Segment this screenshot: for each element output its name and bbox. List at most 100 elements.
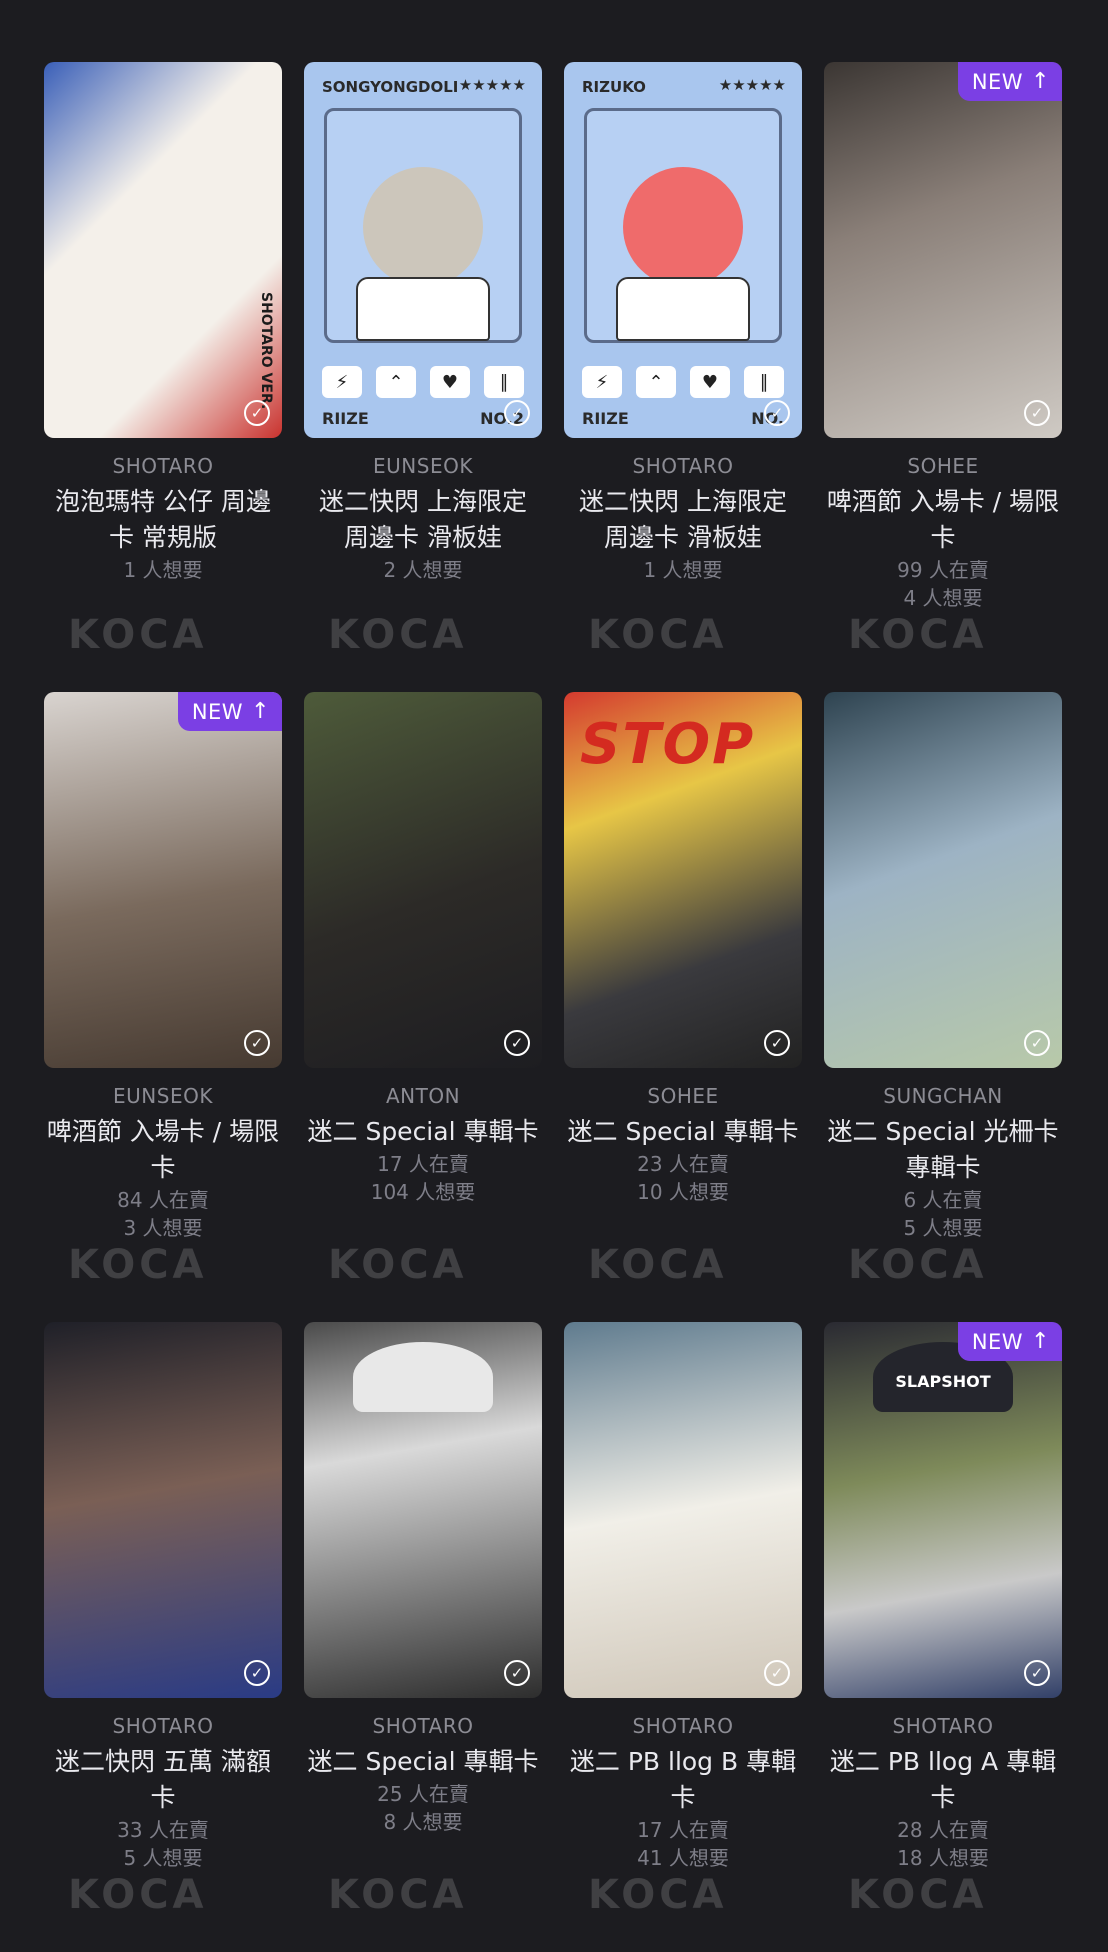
photocard-item[interactable]: NEW ↑ ✓ EUNSEOK 啤酒節 入場卡 / 場限卡 84 人在賣 3 人想要 KOCA — [44, 692, 282, 1322]
check-circle-icon[interactable]: ✓ — [764, 1030, 790, 1056]
photocard-image[interactable]: ✓ — [304, 692, 542, 1068]
selling-count: 84 人在賣 — [117, 1188, 209, 1212]
selling-count: 99 人在賣 — [897, 558, 989, 582]
selling-count: 28 人在賣 — [897, 1818, 989, 1842]
arrow-up-icon: ↑ — [1031, 69, 1050, 94]
check-circle-icon[interactable]: ✓ — [1024, 1030, 1050, 1056]
brand-label: RIIZE — [322, 409, 369, 428]
card-title[interactable]: 迷二 Special 專輯卡 — [564, 1114, 802, 1150]
koca-watermark: KOCA — [68, 1242, 208, 1288]
wanted-count: 1 人想要 — [123, 558, 203, 582]
koca-watermark: KOCA — [588, 1872, 728, 1918]
hat-logo-text: SLAPSHOT — [895, 1372, 991, 1391]
photocard-image[interactable]: STOP ✓ — [564, 692, 802, 1068]
rating-stars: ★★★★★ — [718, 76, 786, 94]
photocard-art — [564, 1322, 802, 1698]
selling-count: 23 人在賣 — [637, 1152, 729, 1176]
check-circle-icon[interactable]: ✓ — [504, 1660, 530, 1686]
photocard-item[interactable]: ✓ SUNGCHAN 迷二 Special 光柵卡 專輯卡 6 人在賣 5 人想要 KOC… — [824, 692, 1062, 1322]
card-title[interactable]: 迷二快閃 上海限定 周邊卡 滑板娃 — [564, 484, 802, 556]
photocard-art — [44, 692, 282, 1068]
check-circle-icon[interactable]: ✓ — [244, 1660, 270, 1686]
card-footer: RIIZE NO.2 — [322, 409, 524, 428]
card-icon-row: ⚡ ⌃ ♥ ∥ — [582, 366, 784, 398]
card-title[interactable]: 啤酒節 入場卡 / 場限卡 — [824, 484, 1062, 556]
photocard-art: SONGYONGDOLI ★★★★★ ⚡ ⌃ ♥ ∥ RIIZE NO.2 — [304, 62, 542, 438]
wanted-count: 41 人想要 — [637, 1846, 729, 1870]
koca-watermark: KOCA — [328, 1872, 468, 1918]
photocard-image[interactable]: NEW ↑ ✓ — [44, 692, 282, 1068]
selling-count: 25 人在賣 — [377, 1782, 469, 1806]
new-badge-label: NEW — [191, 699, 244, 724]
mascot-body — [616, 277, 750, 341]
heart-icon: ♥ — [430, 366, 470, 398]
card-title[interactable]: 迷二 Special 專輯卡 — [304, 1114, 542, 1150]
card-footer: RIIZE NO. — [582, 409, 784, 428]
member-name: SUNGCHAN — [883, 1084, 1003, 1108]
koca-watermark: KOCA — [848, 1242, 988, 1288]
card-title[interactable]: 迷二快閃 五萬 滿額卡 — [44, 1744, 282, 1816]
koca-watermark: KOCA — [68, 1872, 208, 1918]
photocard-image[interactable]: RIZUKO ★★★★★ ⚡ ⌃ ♥ ∥ RIIZE NO. ✓ — [564, 62, 802, 438]
member-name: SOHEE — [647, 1084, 719, 1108]
member-name: SHOTARO — [632, 454, 734, 478]
photocard-image[interactable]: ✓ — [824, 692, 1062, 1068]
member-name: EUNSEOK — [113, 1084, 213, 1108]
version-label: SHOTARO VER. — [258, 292, 274, 410]
photocard-art — [824, 692, 1062, 1068]
koca-watermark: KOCA — [848, 612, 988, 658]
check-circle-icon[interactable]: ✓ — [504, 400, 530, 426]
photocard-image[interactable]: SHOTARO VER. ✓ — [44, 62, 282, 438]
photocard-item[interactable]: STOP ✓ SOHEE 迷二 Special 專輯卡 23 人在賣 10 人想要 KOCA — [564, 692, 802, 1322]
photocard-image[interactable]: ✓ — [44, 1322, 282, 1698]
photocard-image[interactable]: ✓ — [304, 1322, 542, 1698]
wanted-count: 8 人想要 — [383, 1810, 463, 1834]
card-title[interactable]: 啤酒節 入場卡 / 場限卡 — [44, 1114, 282, 1186]
photocard-item[interactable]: ✓ SHOTARO 迷二快閃 五萬 滿額卡 33 人在賣 5 人想要 KOCA — [44, 1322, 282, 1952]
photocard-art: SHOTARO VER. — [44, 62, 282, 438]
card-title[interactable]: 迷二 PB llog A 專輯卡 — [824, 1744, 1062, 1816]
check-circle-icon[interactable]: ✓ — [504, 1030, 530, 1056]
wanted-count: 5 人想要 — [123, 1846, 203, 1870]
check-circle-icon[interactable]: ✓ — [764, 400, 790, 426]
photocard-image[interactable]: NEW ↑ ✓ — [824, 62, 1062, 438]
card-title[interactable]: 迷二 PB llog B 專輯卡 — [564, 1744, 802, 1816]
check-circle-icon[interactable]: ✓ — [244, 400, 270, 426]
mascot-figure — [623, 167, 743, 287]
wanted-count: 4 人想要 — [903, 586, 983, 610]
mascot-figure — [363, 167, 483, 287]
photocard-item[interactable]: ✓ SHOTARO 迷二 Special 專輯卡 25 人在賣 8 人想要 KOCA — [304, 1322, 542, 1952]
selling-count: 33 人在賣 — [117, 1818, 209, 1842]
photocard-image[interactable]: ✓ — [564, 1322, 802, 1698]
rating-stars: ★★★★★ — [458, 76, 526, 94]
photocard-item[interactable]: ✓ ANTON 迷二 Special 專輯卡 17 人在賣 104 人想要 KOCA — [304, 692, 542, 1322]
member-name: SHOTARO — [372, 1714, 474, 1738]
card-icon-row: ⚡ ⌃ ♥ ∥ — [322, 366, 524, 398]
photocard-item[interactable]: SLAPSHOT NEW ↑ ✓ SHOTARO 迷二 PB llog A 專輯卡 28 人… — [824, 1322, 1062, 1952]
photocard-item[interactable]: RIZUKO ★★★★★ ⚡ ⌃ ♥ ∥ RIIZE NO. ✓ SHOTARO 迷二快閃 上海限定… — [564, 62, 802, 692]
check-circle-icon[interactable]: ✓ — [1024, 400, 1050, 426]
bolt-icon: ⚡ — [582, 366, 622, 398]
photocard-item[interactable]: SONGYONGDOLI ★★★★★ ⚡ ⌃ ♥ ∥ RIIZE NO.2 ✓ EUNSEOK 迷二… — [304, 62, 542, 692]
photocard-art: SLAPSHOT — [824, 1322, 1062, 1698]
koca-watermark: KOCA — [588, 1242, 728, 1288]
card-title[interactable]: 泡泡瑪特 公仔 周邊卡 常規版 — [44, 484, 282, 556]
card-title[interactable]: 迷二 Special 專輯卡 — [304, 1744, 542, 1780]
heart-icon: ♥ — [690, 366, 730, 398]
koca-watermark: KOCA — [848, 1872, 988, 1918]
photocard-item[interactable]: NEW ↑ ✓ SOHEE 啤酒節 入場卡 / 場限卡 99 人在賣 4 人想要 KOCA — [824, 62, 1062, 692]
photocard-art — [304, 1322, 542, 1698]
check-circle-icon[interactable]: ✓ — [764, 1660, 790, 1686]
photocard-image[interactable]: SONGYONGDOLI ★★★★★ ⚡ ⌃ ♥ ∥ RIIZE NO.2 ✓ — [304, 62, 542, 438]
check-circle-icon[interactable]: ✓ — [1024, 1660, 1050, 1686]
wanted-count: 2 人想要 — [383, 558, 463, 582]
mascot-body — [356, 277, 490, 341]
photocard-image[interactable]: SLAPSHOT NEW ↑ ✓ — [824, 1322, 1062, 1698]
photocard-item[interactable]: SHOTARO VER. ✓ SHOTARO 泡泡瑪特 公仔 周邊卡 常規版 1 人想要… — [44, 62, 282, 692]
card-title[interactable]: 迷二 Special 光柵卡 專輯卡 — [824, 1114, 1062, 1186]
photocard-art — [44, 1322, 282, 1698]
photocard-item[interactable]: ✓ SHOTARO 迷二 PB llog B 專輯卡 17 人在賣 41 人想要 KOCA — [564, 1322, 802, 1952]
card-title[interactable]: 迷二快閃 上海限定 周邊卡 滑板娃 — [304, 484, 542, 556]
check-circle-icon[interactable]: ✓ — [244, 1030, 270, 1056]
bucket-hat — [353, 1342, 493, 1412]
